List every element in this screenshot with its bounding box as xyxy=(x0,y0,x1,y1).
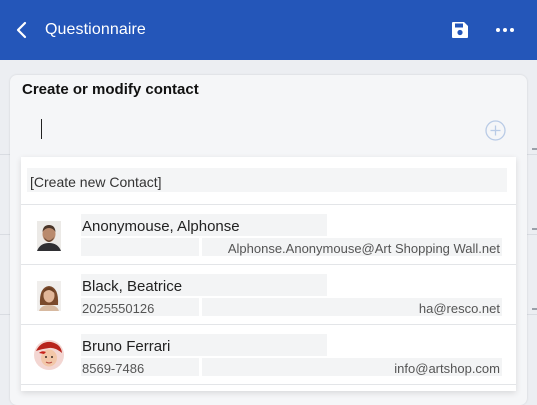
contact-phone: 2025550126 xyxy=(82,301,155,316)
contact-phone: 8569-7486 xyxy=(82,361,145,376)
illustrated-avatar xyxy=(34,340,64,370)
background-marker xyxy=(532,228,537,230)
create-new-contact-option[interactable]: [Create new Contact] xyxy=(21,157,516,204)
chevron-left-icon[interactable] xyxy=(12,18,32,42)
field-title: Create or modify contact xyxy=(22,81,199,98)
contact-email: ha@resco.net xyxy=(418,301,500,316)
contact-search-input[interactable] xyxy=(41,119,42,139)
app-header: Questionnaire xyxy=(0,0,537,60)
contact-name: Anonymouse, Alphonse xyxy=(82,218,240,235)
contact-list-item[interactable]: Bruno Ferrari 8569-7486 info@artshop.com xyxy=(21,325,516,384)
more-horizontal-icon[interactable] xyxy=(494,21,516,39)
contact-email: info@artshop.com xyxy=(394,361,500,376)
contact-list-item[interactable]: Black, Beatrice 2025550126 ha@resco.net xyxy=(21,265,516,324)
floppy-disk-icon[interactable] xyxy=(451,21,469,39)
contact-list-item[interactable]: Anonymouse, Alphonse Alphonse.Anonymouse… xyxy=(21,205,516,264)
page-title: Questionnaire xyxy=(45,21,146,38)
phone-placeholder xyxy=(81,238,199,256)
male-photo-avatar xyxy=(37,221,61,251)
background-marker xyxy=(532,308,537,310)
divider xyxy=(21,384,516,385)
contact-dropdown: [Create new Contact] Anonymouse, Alphons… xyxy=(21,157,516,391)
background-marker xyxy=(532,148,537,150)
create-new-contact-label: [Create new Contact] xyxy=(30,174,162,190)
contact-name: Black, Beatrice xyxy=(82,278,183,295)
contact-email: Alphonse.Anonymouse@Art Shopping Wall.ne… xyxy=(227,241,500,256)
female-photo-avatar xyxy=(37,281,61,311)
plus-circle-icon[interactable] xyxy=(485,120,506,141)
contact-name: Bruno Ferrari xyxy=(82,338,171,355)
